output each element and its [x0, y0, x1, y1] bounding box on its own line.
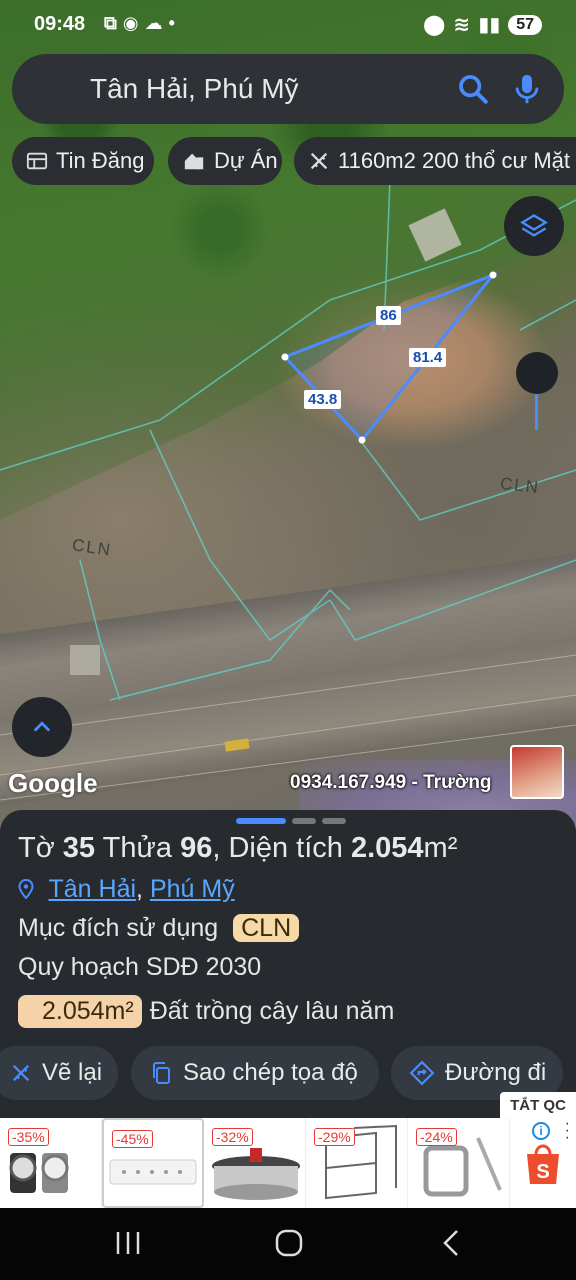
purpose-label: Mục đích sử dụng: [18, 914, 219, 942]
chevron-up-icon: [34, 721, 50, 732]
location-pin[interactable]: [516, 352, 558, 394]
expand-up-button[interactable]: [12, 697, 72, 757]
wifi-icon: ≋: [453, 14, 471, 36]
chip-listing[interactable]: 1160m2 200 thổ cư Mặt: [294, 137, 576, 185]
notification-icons: ⧉◉☁•: [104, 13, 181, 34]
ruler-icon: [310, 152, 328, 170]
parcel-title: Tờ 35 Thửa 96, Diện tích 2.054m²: [18, 832, 457, 865]
search-bar[interactable]: Tân Hải, Phú Mỹ: [12, 54, 564, 124]
directions-label: Đường đi: [445, 1059, 547, 1086]
dot-icon: •: [168, 13, 181, 33]
zone-label-cln: CLN: [499, 473, 541, 498]
svg-text:S: S: [536, 1161, 549, 1183]
recents-icon[interactable]: [116, 1232, 140, 1254]
ad-item-panel[interactable]: -45%: [102, 1118, 204, 1208]
purpose-row: Mục đích sử dụng CLN: [18, 914, 300, 943]
area-value: 2.054: [350, 832, 424, 864]
ruler-icon: [12, 1064, 30, 1082]
chip-label: Tin Đăng: [56, 148, 145, 173]
house-icon: [184, 153, 204, 170]
ad-item-watches[interactable]: -35%: [0, 1118, 102, 1208]
title-prefix: Tờ: [18, 832, 55, 864]
edge-label-left: 43.8: [304, 390, 342, 409]
parcel-overlay: [0, 179, 576, 801]
loc-separator: ,: [136, 875, 143, 903]
parcel-label: Thửa: [102, 832, 172, 864]
google-logo: Google: [8, 768, 98, 798]
chip-label: 1160m2 200 thổ cư Mặt: [338, 148, 571, 173]
layers-icon: [520, 214, 548, 237]
redraw-label: Vẽ lại: [42, 1059, 103, 1086]
town-link[interactable]: Phú Mỹ: [150, 875, 235, 903]
area-unit: m²: [423, 832, 458, 864]
nav-buttons: [116, 1229, 458, 1257]
ad-item-buckle[interactable]: -24%: [408, 1118, 510, 1208]
status-bar: 09:48 ⧉◉☁• ⬤ ≋ ▮▮ 57: [0, 0, 576, 48]
location-row: Tân Hải, Phú Mỹ: [18, 875, 235, 904]
screenshot-icon: ⧉: [104, 13, 123, 33]
ad-item-pot[interactable]: -32%: [204, 1118, 306, 1208]
back-icon[interactable]: [443, 1230, 458, 1256]
discount-badge: -35%: [8, 1128, 49, 1146]
chip-tin-dang[interactable]: Tin Đăng: [12, 137, 154, 185]
discount-badge: -24%: [416, 1128, 457, 1146]
ad-info-icon[interactable]: i: [532, 1122, 550, 1140]
land-type: Đất trồng cây lâu năm: [149, 997, 395, 1025]
discount-badge: -32%: [212, 1128, 253, 1146]
ad-item-rack[interactable]: -29%: [306, 1118, 408, 1208]
pin-line: [535, 394, 538, 430]
search-query[interactable]: Tân Hải, Phú Mỹ: [90, 73, 299, 105]
plan-label: Quy hoạch SDĐ 2030: [18, 953, 262, 981]
copy-label: Sao chép tọa độ: [183, 1059, 358, 1086]
watermark-thumbnail[interactable]: [510, 745, 564, 799]
battery-indicator: 57: [508, 14, 542, 35]
chip-label: Dự Án: [214, 148, 278, 173]
parcel-number: 96: [180, 832, 213, 864]
location-marker-icon: [18, 878, 34, 900]
app-screen: 86 81.4 43.8 CLN CLN 09:48 ⧉◉☁• ⬤ ≋ ▮▮ 5…: [0, 0, 576, 1280]
signal-icon: ▮▮: [478, 14, 501, 36]
ward-link[interactable]: Tân Hải: [49, 875, 137, 903]
land-area-row: 2.054m² Đất trồng cây lâu năm: [18, 995, 394, 1028]
copy-icon: [153, 1062, 170, 1084]
redraw-button[interactable]: Vẽ lại: [0, 1046, 118, 1100]
parcel-info-sheet: Tờ 35 Thửa 96, Diện tích 2.054m² Tân Hải…: [0, 810, 576, 1120]
clock: 09:48: [34, 13, 86, 35]
area-badge: 2.054m²: [18, 995, 142, 1028]
purpose-badge: CLN: [233, 914, 300, 942]
sheet-handle[interactable]: [236, 818, 346, 824]
watermark-text: 0934.167.949 - Trường: [290, 772, 492, 793]
directions-icon: [409, 1060, 435, 1086]
area-label: , Diện tích: [212, 832, 343, 864]
cloud-icon: ☁: [144, 13, 169, 33]
home-icon[interactable]: [275, 1229, 303, 1257]
ad-menu-icon[interactable]: · · ·: [565, 1116, 570, 1146]
satellite-map[interactable]: 86 81.4 43.8 CLN CLN: [0, 0, 576, 830]
edge-label-top: 86: [376, 306, 401, 325]
navigation-bar: [0, 1208, 576, 1280]
edge-label-right: 81.4: [409, 348, 447, 367]
messenger-icon: ◉: [122, 13, 145, 33]
ad-banner[interactable]: -35% -45% -32% -29% -24% S i · · ·: [0, 1116, 576, 1208]
shopping-bag-icon: S: [527, 1144, 559, 1184]
discount-badge: -45%: [112, 1130, 153, 1148]
location-status-icon: ⬤: [423, 14, 446, 36]
layers-button[interactable]: [504, 196, 564, 256]
sheet-number: 35: [62, 832, 96, 864]
copy-coordinates-button[interactable]: Sao chép tọa độ: [131, 1046, 379, 1100]
table-icon: [26, 152, 48, 170]
chip-du-an[interactable]: Dự Án: [168, 137, 282, 185]
system-icons: ⬤ ≋ ▮▮ 57: [423, 12, 542, 37]
discount-badge: -29%: [314, 1128, 355, 1146]
shopee-logo[interactable]: S i · · ·: [510, 1116, 576, 1208]
search-icon[interactable]: [456, 72, 490, 106]
microphone-icon[interactable]: [510, 72, 544, 106]
